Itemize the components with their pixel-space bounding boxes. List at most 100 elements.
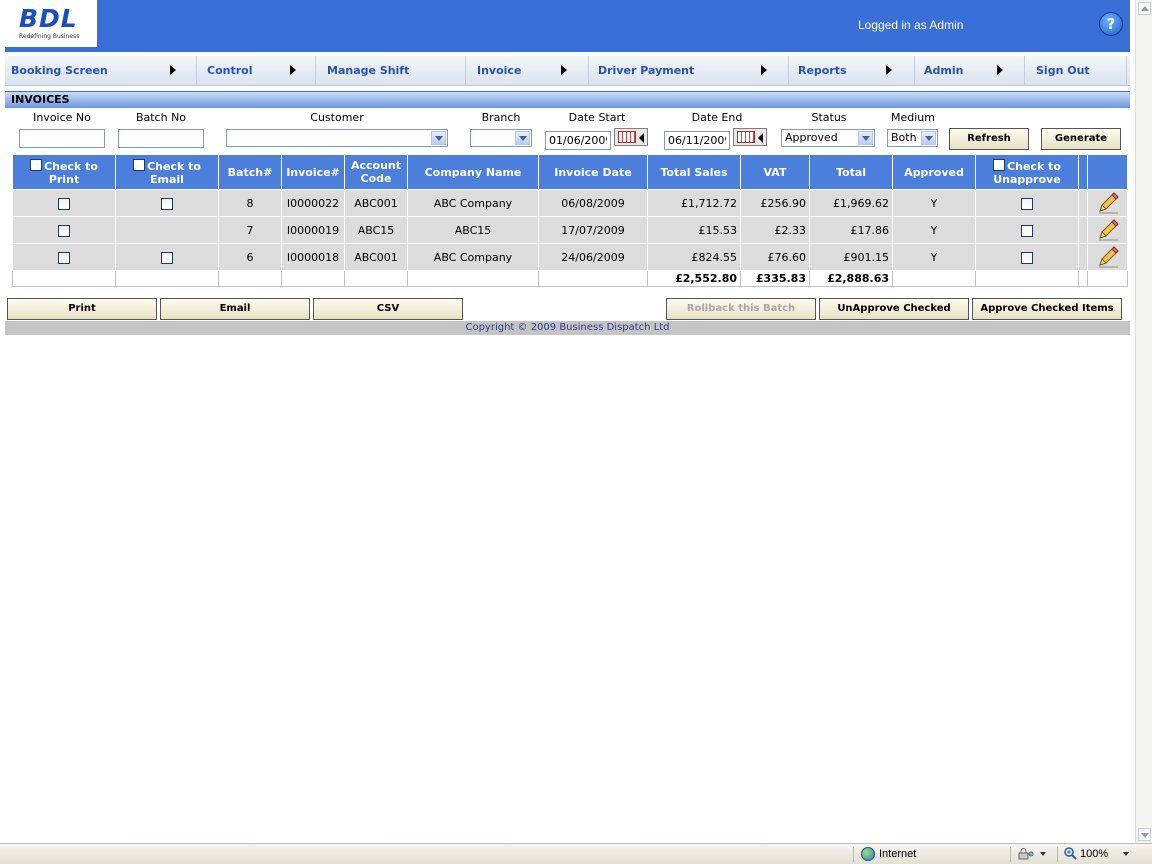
logged-in-label: Logged in as Admin — [858, 18, 964, 32]
medium-label: Medium — [891, 111, 935, 124]
vat-cell: £76.60 — [740, 243, 810, 271]
email-cell — [115, 216, 219, 244]
status-divider — [853, 847, 854, 862]
menu-arrow-icon — [170, 65, 176, 75]
unapprove-checkbox[interactable] — [1021, 251, 1033, 264]
medium-value: Both — [891, 131, 917, 144]
menu-label: Admin — [924, 64, 964, 77]
arrow-left-icon — [639, 133, 644, 143]
protected-mode-icon[interactable] — [1018, 848, 1034, 860]
menu-arrow-icon — [761, 65, 767, 75]
scroll-down-icon[interactable] — [1138, 828, 1151, 841]
batch-no-input[interactable] — [118, 129, 204, 148]
date-start-calendar-button[interactable] — [614, 128, 648, 146]
menu-label: Driver Payment — [598, 64, 695, 77]
chevron-down-icon[interactable] — [921, 131, 936, 145]
unapprove-checkbox[interactable] — [1021, 197, 1033, 210]
batch-cell: 7 — [218, 216, 282, 244]
chevron-down-icon[interactable] — [1123, 852, 1129, 856]
company-name-cell: ABC15 — [407, 216, 539, 244]
menu-booking-screen[interactable]: Booking Screen — [5, 56, 197, 86]
menu-manage-shift[interactable]: Manage Shift — [316, 56, 466, 86]
edit-cell — [1087, 243, 1128, 271]
invoice-date-cell: 17/07/2009 — [538, 216, 648, 244]
email-button[interactable]: Email — [160, 298, 310, 320]
table-row: 7 I0000019 ABC15 ABC15 17/07/2009 £15.53… — [12, 216, 1128, 244]
unapprove-cell — [975, 243, 1079, 271]
select-all-email-checkbox[interactable] — [133, 158, 146, 171]
print-button[interactable]: Print — [7, 298, 157, 320]
chevron-down-icon[interactable] — [858, 131, 873, 145]
chevron-down-icon[interactable] — [1040, 852, 1046, 856]
menu-admin[interactable]: Admin — [915, 56, 1025, 86]
email-checkbox[interactable] — [161, 197, 173, 210]
batch-cell: 8 — [218, 189, 282, 217]
menu-arrow-icon — [290, 65, 296, 75]
help-icon[interactable]: ? — [1099, 12, 1123, 36]
menu-sign-out[interactable]: Sign Out — [1025, 56, 1127, 86]
zoom-icon[interactable] — [1064, 847, 1077, 860]
header-check-to-print: Check to Print — [12, 154, 116, 190]
pencil-edit-icon[interactable] — [1096, 191, 1120, 215]
menu-reports[interactable]: Reports — [789, 56, 915, 86]
pencil-edit-icon[interactable] — [1096, 218, 1120, 242]
csv-button[interactable]: CSV — [313, 298, 463, 320]
scroll-up-icon[interactable] — [1138, 2, 1151, 15]
logo[interactable]: BDL Redefining Business — [5, 0, 97, 47]
totals-row: £2,552.80 £335.83 £2,888.63 — [12, 270, 1128, 287]
status-select[interactable]: Approved — [781, 129, 875, 147]
date-start-input[interactable] — [545, 131, 611, 150]
approved-cell: Y — [892, 243, 976, 271]
zoom-level[interactable]: 100% — [1080, 848, 1108, 860]
table-header-row: Check to Print Check to Email Batch# Inv… — [12, 154, 1128, 190]
spacer-cell — [1078, 216, 1088, 244]
print-checkbox[interactable] — [58, 251, 70, 264]
print-checkbox[interactable] — [58, 197, 70, 210]
select-all-unapprove-checkbox[interactable] — [993, 158, 1006, 171]
rollback-batch-button[interactable]: Rollback this Batch — [666, 298, 816, 320]
invoice-cell: I0000022 — [281, 189, 345, 217]
chevron-down-icon[interactable] — [515, 131, 530, 145]
email-checkbox[interactable] — [161, 251, 173, 264]
branch-select[interactable] — [470, 129, 532, 147]
menu-arrow-icon — [886, 65, 892, 75]
total-sales-cell: £15.53 — [647, 216, 741, 244]
medium-select[interactable]: Both — [887, 129, 938, 147]
menu-arrow-icon — [997, 65, 1003, 75]
status-value: Approved — [785, 131, 838, 144]
header-label: Check to Print — [44, 159, 98, 186]
date-end-calendar-button[interactable] — [733, 128, 767, 146]
account-code-cell: ABC15 — [344, 216, 408, 244]
header-company-name: Company Name — [407, 154, 539, 190]
table-row: 6 I0000018 ABC001 ABC Company 24/06/2009… — [12, 243, 1128, 271]
company-name-cell: ABC Company — [407, 189, 539, 217]
print-cell — [12, 216, 116, 244]
security-zone-label: Internet — [879, 848, 917, 860]
menu-control[interactable]: Control — [197, 56, 316, 86]
header-check-to-email: Check to Email — [115, 154, 219, 190]
menu-driver-payment[interactable]: Driver Payment — [589, 56, 789, 86]
select-all-print-checkbox[interactable] — [30, 158, 43, 171]
header-label: Check to Email — [147, 159, 201, 186]
approve-checked-button[interactable]: Approve Checked Items — [972, 298, 1122, 320]
chevron-down-icon[interactable] — [431, 131, 446, 145]
menu-label: Invoice — [477, 64, 522, 77]
print-checkbox[interactable] — [58, 224, 70, 237]
date-end-label: Date End — [691, 111, 743, 124]
approved-cell: Y — [892, 216, 976, 244]
generate-button[interactable]: Generate — [1041, 128, 1121, 150]
pencil-edit-icon[interactable] — [1096, 245, 1120, 269]
status-divider — [1010, 847, 1011, 862]
refresh-button[interactable]: Refresh — [949, 128, 1029, 150]
customer-select[interactable] — [226, 129, 448, 147]
spacer-cell — [1078, 243, 1088, 271]
unapprove-checkbox[interactable] — [1021, 224, 1033, 237]
menu-invoice[interactable]: Invoice — [466, 56, 589, 86]
unapprove-checked-button[interactable]: UnApprove Checked Items — [819, 298, 969, 334]
date-end-input[interactable] — [664, 131, 730, 150]
vertical-scrollbar[interactable] — [1135, 0, 1152, 843]
browser-status-bar: Internet 100% — [0, 843, 1152, 864]
header-total: Total — [809, 154, 893, 190]
menu-label: Booking Screen — [11, 64, 108, 77]
invoice-no-input[interactable] — [19, 129, 105, 148]
